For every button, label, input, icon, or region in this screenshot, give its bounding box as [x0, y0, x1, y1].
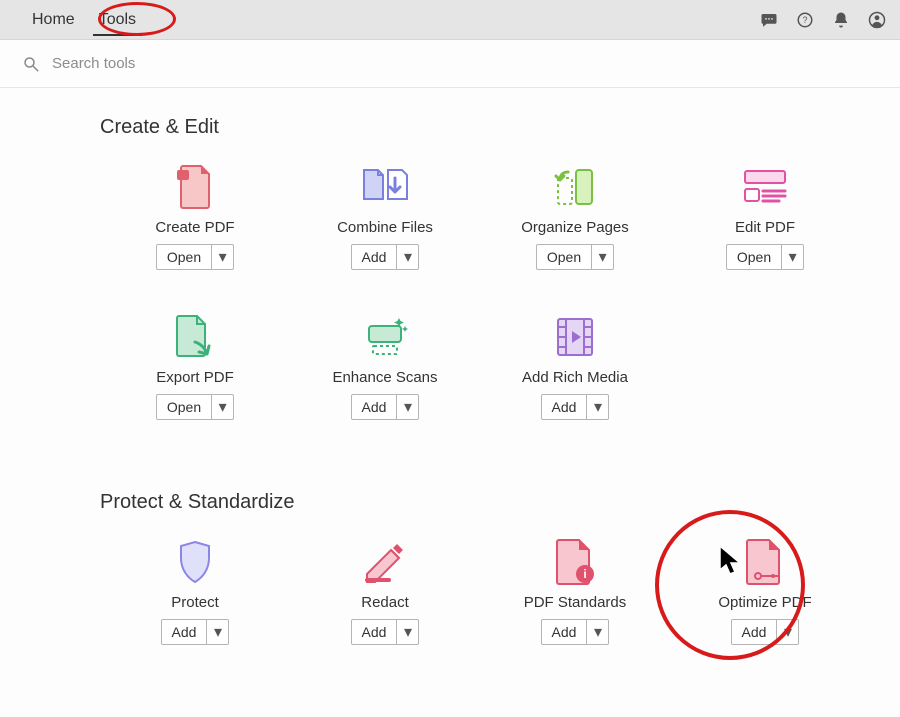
chevron-down-icon[interactable]: ▾ — [206, 620, 228, 644]
chevron-down-icon[interactable]: ▾ — [211, 395, 233, 419]
tool-button[interactable]: Open ▾ — [726, 244, 804, 270]
tool-button[interactable]: Open ▾ — [536, 244, 614, 270]
export-pdf-icon — [167, 311, 223, 363]
search-row — [0, 40, 900, 88]
tool-button[interactable]: Add ▾ — [731, 619, 800, 645]
search-icon — [22, 55, 40, 73]
button-main[interactable]: Add — [732, 620, 777, 644]
button-main[interactable]: Add — [542, 620, 587, 644]
tool-button[interactable]: Add ▾ — [161, 619, 230, 645]
button-main[interactable]: Open — [727, 245, 781, 269]
chevron-down-icon[interactable]: ▾ — [211, 245, 233, 269]
bell-icon[interactable] — [832, 11, 850, 29]
button-main[interactable]: Open — [537, 245, 591, 269]
tool-label: Combine Files — [337, 219, 433, 236]
search-input[interactable] — [50, 54, 350, 73]
tool-button[interactable]: Open ▾ — [156, 394, 234, 420]
tool-combine-files[interactable]: Combine Files Add ▾ — [290, 157, 480, 307]
tool-label: PDF Standards — [524, 594, 627, 611]
section-title-create-edit: Create & Edit — [100, 116, 900, 139]
tool-label: Redact — [361, 594, 409, 611]
chevron-down-icon[interactable]: ▾ — [591, 245, 613, 269]
tool-label: Edit PDF — [735, 219, 795, 236]
rich-media-icon — [547, 311, 603, 363]
tool-button[interactable]: Open ▾ — [156, 244, 234, 270]
tool-label: Add Rich Media — [522, 369, 628, 386]
tab-tools[interactable]: Tools — [87, 0, 148, 40]
button-main[interactable]: Add — [162, 620, 207, 644]
chat-icon[interactable] — [760, 11, 778, 29]
chevron-down-icon[interactable]: ▾ — [776, 620, 798, 644]
tool-protect[interactable]: Protect Add ▾ — [100, 532, 290, 682]
svg-text:?: ? — [802, 15, 807, 25]
button-main[interactable]: Add — [352, 245, 397, 269]
svg-text:i: i — [583, 567, 586, 581]
tool-edit-pdf[interactable]: Edit PDF Open ▾ — [670, 157, 860, 307]
tool-organize-pages[interactable]: Organize Pages Open ▾ — [480, 157, 670, 307]
chevron-down-icon[interactable]: ▾ — [586, 620, 608, 644]
tool-button[interactable]: Add ▾ — [541, 394, 610, 420]
tool-button[interactable]: Add ▾ — [351, 244, 420, 270]
tab-home[interactable]: Home — [20, 0, 87, 40]
tool-optimize-pdf[interactable]: Optimize PDF Add ▾ — [670, 532, 860, 682]
organize-pages-icon — [547, 161, 603, 213]
button-main[interactable]: Add — [542, 395, 587, 419]
button-main[interactable]: Open — [157, 395, 211, 419]
tools-grid-protect: Protect Add ▾ Redact Add ▾ i PDF Standar… — [100, 532, 900, 682]
tool-pdf-standards[interactable]: i PDF Standards Add ▾ — [480, 532, 670, 682]
chevron-down-icon[interactable]: ▾ — [396, 395, 418, 419]
tool-label: Enhance Scans — [332, 369, 437, 386]
edit-pdf-icon — [737, 161, 793, 213]
protect-icon — [167, 536, 223, 588]
tool-button[interactable]: Add ▾ — [351, 394, 420, 420]
section-title-protect: Protect & Standardize — [100, 491, 900, 514]
combine-files-icon — [357, 161, 413, 213]
tool-label: Create PDF — [155, 219, 234, 236]
redact-icon — [357, 536, 413, 588]
pdf-standards-icon: i — [547, 536, 603, 588]
tool-add-rich-media[interactable]: Add Rich Media Add ▾ — [480, 307, 670, 457]
tool-create-pdf[interactable]: Create PDF Open ▾ — [100, 157, 290, 307]
tools-grid-create-edit: Create PDF Open ▾ Combine Files Add ▾ Or… — [100, 157, 900, 457]
top-toolbar: Home Tools ? — [0, 0, 900, 40]
tools-content: Create & Edit Create PDF Open ▾ Combine … — [0, 88, 900, 717]
chevron-down-icon[interactable]: ▾ — [396, 620, 418, 644]
profile-icon[interactable] — [868, 11, 886, 29]
tool-button[interactable]: Add ▾ — [541, 619, 610, 645]
tool-label: Organize Pages — [521, 219, 629, 236]
chevron-down-icon[interactable]: ▾ — [396, 245, 418, 269]
help-icon[interactable]: ? — [796, 11, 814, 29]
button-main[interactable]: Open — [157, 245, 211, 269]
enhance-scans-icon — [357, 311, 413, 363]
button-main[interactable]: Add — [352, 620, 397, 644]
button-main[interactable]: Add — [352, 395, 397, 419]
tool-button[interactable]: Add ▾ — [351, 619, 420, 645]
tool-enhance-scans[interactable]: Enhance Scans Add ▾ — [290, 307, 480, 457]
chevron-down-icon[interactable]: ▾ — [781, 245, 803, 269]
tool-label: Protect — [171, 594, 219, 611]
create-pdf-icon — [167, 161, 223, 213]
optimize-pdf-icon — [737, 536, 793, 588]
tool-redact[interactable]: Redact Add ▾ — [290, 532, 480, 682]
tool-export-pdf[interactable]: Export PDF Open ▾ — [100, 307, 290, 457]
tool-label: Export PDF — [156, 369, 234, 386]
tool-label: Optimize PDF — [718, 594, 811, 611]
chevron-down-icon[interactable]: ▾ — [586, 395, 608, 419]
